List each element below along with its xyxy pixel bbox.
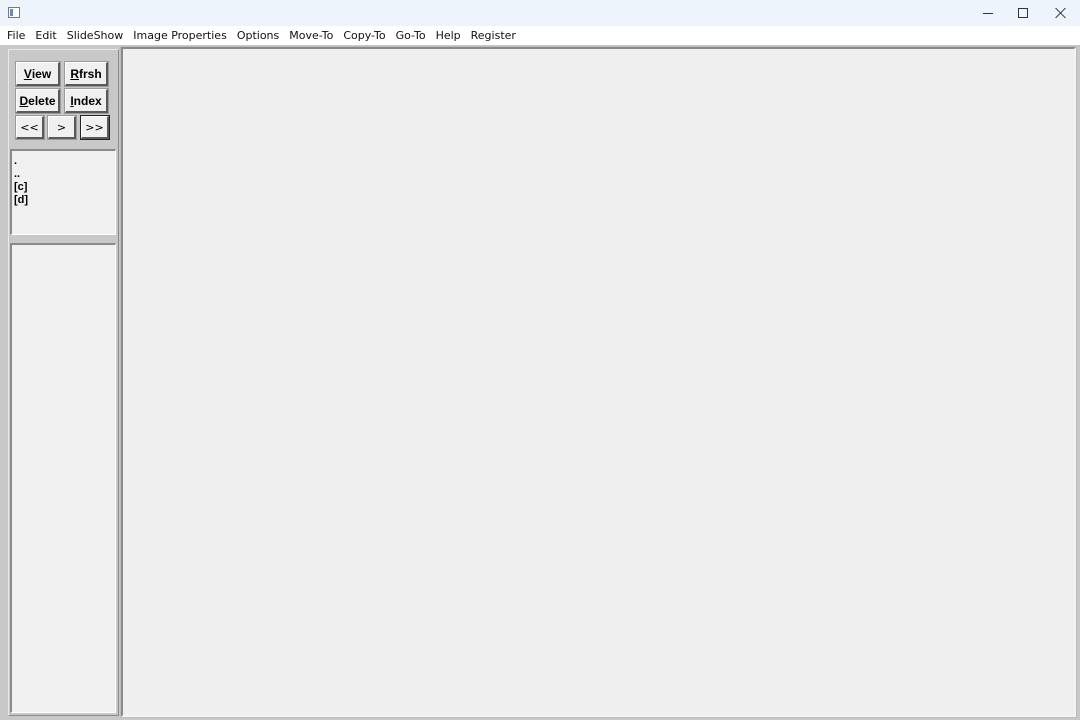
file-list[interactable] bbox=[10, 243, 116, 713]
menu-edit[interactable]: Edit bbox=[30, 27, 61, 44]
client-area: View Rfrsh Delete Index << > >> . .. [c]… bbox=[0, 45, 1080, 720]
menu-options[interactable]: Options bbox=[232, 27, 284, 44]
menu-file[interactable]: File bbox=[2, 27, 30, 44]
menu-image-properties[interactable]: Image Properties bbox=[128, 27, 232, 44]
menu-move-to[interactable]: Move-To bbox=[284, 27, 338, 44]
first-image-button[interactable]: << bbox=[15, 115, 45, 140]
menu-copy-to[interactable]: Copy-To bbox=[338, 27, 390, 44]
image-display-area[interactable] bbox=[120, 46, 1077, 718]
directory-item-current[interactable]: . bbox=[14, 155, 115, 168]
menu-help[interactable]: Help bbox=[431, 27, 466, 44]
close-icon bbox=[1055, 7, 1067, 19]
minimize-button[interactable] bbox=[969, 0, 1007, 26]
maximize-button[interactable] bbox=[1004, 0, 1042, 26]
directory-list[interactable]: . .. [c] [d] bbox=[10, 149, 116, 235]
delete-button[interactable]: Delete bbox=[15, 88, 61, 114]
index-button[interactable]: Index bbox=[64, 88, 109, 114]
menu-bar: File Edit SlideShow Image Properties Opt… bbox=[0, 26, 1080, 45]
refresh-button-accel: R bbox=[70, 66, 79, 81]
index-button-label: ndex bbox=[73, 93, 102, 108]
view-button-accel: V bbox=[23, 66, 32, 81]
refresh-button[interactable]: Rfrsh bbox=[64, 61, 109, 87]
app-window-icon[interactable] bbox=[8, 7, 20, 18]
delete-button-label: elete bbox=[28, 93, 56, 108]
next-image-button[interactable]: > bbox=[47, 115, 77, 140]
directory-item-drive-c[interactable]: [c] bbox=[14, 181, 115, 194]
left-panel: View Rfrsh Delete Index << > >> . .. [c]… bbox=[8, 49, 119, 716]
title-bar bbox=[0, 0, 1080, 26]
menu-go-to[interactable]: Go-To bbox=[391, 27, 431, 44]
view-button[interactable]: View bbox=[15, 61, 61, 87]
directory-item-parent[interactable]: .. bbox=[14, 168, 115, 181]
menu-slideshow[interactable]: SlideShow bbox=[62, 27, 129, 44]
menu-register[interactable]: Register bbox=[466, 27, 521, 44]
maximize-icon bbox=[1018, 8, 1028, 18]
view-button-label: iew bbox=[31, 66, 52, 81]
last-image-button[interactable]: >> bbox=[80, 115, 110, 140]
refresh-button-label: frsh bbox=[79, 66, 102, 81]
delete-button-accel: D bbox=[19, 93, 29, 108]
directory-item-drive-d[interactable]: [d] bbox=[14, 194, 115, 207]
minimize-icon bbox=[983, 12, 993, 14]
close-button[interactable] bbox=[1042, 0, 1080, 26]
